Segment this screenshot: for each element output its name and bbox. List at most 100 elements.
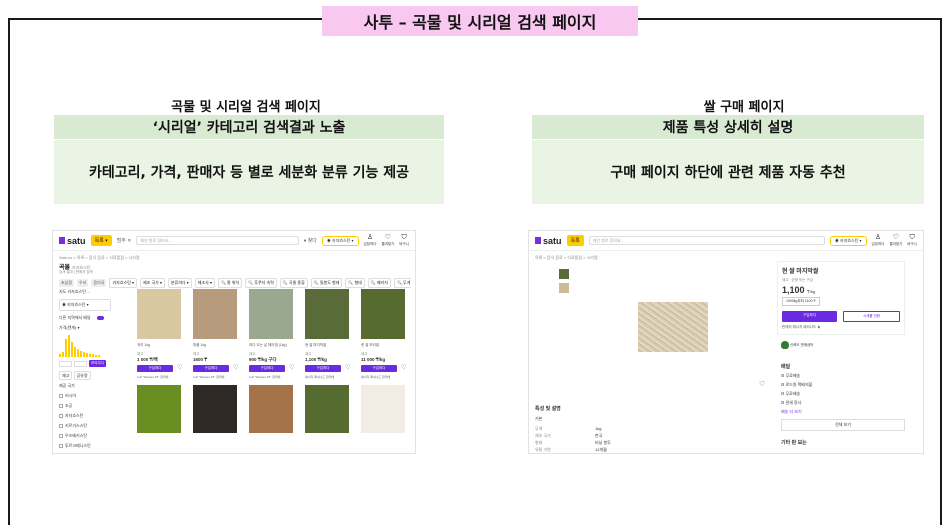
filter-pill[interactable]: 🔍 곡물 종류 — [279, 278, 308, 288]
satu-logo[interactable]: satu — [535, 236, 562, 246]
category-filter[interactable]: 범주 ✕ — [117, 237, 132, 244]
login-button[interactable]: ♙ 입장하다 — [364, 234, 377, 247]
seller-name[interactable]: LLP "Danten-15" 찰뤼에 — [137, 375, 190, 379]
add-to-cart-button[interactable]: 시세를 전환 — [843, 311, 900, 322]
heart-icon[interactable]: ♡ — [177, 365, 182, 371]
stock-button[interactable]: 재고 — [59, 371, 73, 380]
filter-pill[interactable]: 🔍 팔 위치 — [217, 278, 243, 288]
product-card[interactable]: 퍼플 1kg 재고 1600 ₸ 구입하다 ♡ LLP "Danten-15" 찰… — [193, 289, 246, 379]
product-card[interactable] — [361, 385, 414, 433]
quantity-option[interactable]: 1000kg부터 1100 ₸ — [782, 297, 820, 306]
breadcrumb[interactable]: 목록 > 음식 음료 > 식료품점 > 시리얼 — [535, 255, 598, 261]
seller-name[interactable]: LLP "Danten-15" 찰뤼에 — [249, 375, 302, 379]
favorites-button[interactable]: ♡ 즐겨찾기 — [381, 234, 394, 247]
country-option[interactable]: 투르크메니스탄 — [59, 443, 111, 449]
catalog-button[interactable]: 목록 ▾ — [90, 235, 112, 246]
product-image[interactable] — [193, 289, 237, 339]
delivery-more-link[interactable]: 배송 더 보기 — [781, 409, 905, 415]
search-button[interactable]: ♦ 찾다 — [304, 237, 317, 244]
product-card[interactable] — [249, 385, 302, 433]
product-card[interactable]: 현 쌀 마지막쌀 재고 1,100 ₸/kg 구입하다 ♡ 에너지 페셔나드 찰뤼… — [305, 289, 358, 379]
product-image[interactable] — [137, 289, 181, 339]
buy-button[interactable]: 구입하다 — [361, 365, 397, 372]
product-name[interactable]: 귀리 1kg — [137, 343, 190, 348]
filter-pill[interactable]: 🔍 패키지 — [367, 278, 391, 288]
checkbox[interactable] — [59, 413, 63, 418]
country-option[interactable]: 키르기스스탄 — [59, 423, 111, 429]
product-card[interactable] — [193, 385, 246, 433]
country-option[interactable]: 카자흐스탄 — [59, 413, 111, 419]
filter-chip[interactable]: 초심정 — [59, 279, 75, 287]
filter-pill[interactable]: 🔍 무게 — [393, 278, 411, 288]
product-card[interactable]: 하다 오는 날 헤어겜 (1kg) 재고 900 ₸/kg 구다 구입하다 ♡ L… — [249, 289, 302, 379]
search-input[interactable]: 제안 항로 정비요... — [136, 236, 299, 245]
breadcrumb[interactable]: Satu.kz > 목록 > 음식 음료 > 식료품점 > 시리얼 — [59, 255, 140, 261]
catalog-button[interactable]: 목록 — [566, 235, 584, 246]
delivery-option[interactable]: ⊟ 로드원 택배지불 — [781, 382, 905, 388]
checkbox[interactable] — [59, 443, 63, 448]
delivery-option[interactable]: ⊟ 무료배송 — [781, 391, 905, 397]
region-select[interactable]: ◉ 카자흐스탄 ▾ — [59, 299, 111, 311]
location-select[interactable]: ◉ 카자흐스탄 ▾ — [321, 235, 359, 246]
price-apply-button[interactable]: 보여주다 — [89, 360, 106, 367]
filter-pill[interactable]: 분류하다 ▾ — [167, 278, 192, 288]
seller-name[interactable]: 에너지 페셔나드 찰뤼에 — [361, 375, 414, 379]
cart-button[interactable]: ⛉ 바구니 — [399, 234, 409, 247]
buy-button[interactable]: 구입하다 — [249, 365, 285, 372]
product-image[interactable] — [137, 385, 181, 433]
heart-icon[interactable]: ♡ — [289, 365, 294, 371]
cart-button[interactable]: ⛉ 바구니 — [907, 234, 917, 247]
gallery-thumbnail[interactable] — [559, 269, 569, 279]
seller-name[interactable]: LLP "Danten-15" 찰뤼에 — [193, 375, 246, 379]
filter-pill[interactable]: 🔍 형태 — [345, 278, 365, 288]
filter-pill[interactable]: 🔍 밀봉도 형태 — [310, 278, 343, 288]
favorites-button[interactable]: ♡ 즐겨찾기 — [889, 234, 902, 247]
product-name[interactable]: 현 쌀 마지막쌀 — [305, 343, 358, 348]
delivery-toggle[interactable]: 다른 지역에서 배달 — [59, 315, 111, 321]
country-option[interactable]: 조공 — [59, 403, 111, 409]
product-card[interactable]: 귀리 1kg 재고 1 000 ₸/백 구입하다 ♡ LLP "Danten-15… — [137, 289, 190, 379]
satu-logo[interactable]: satu — [59, 236, 86, 246]
seller-name[interactable]: 에너지 페셔나드 찰뤼에 — [305, 375, 358, 379]
delivery-option[interactable]: ⊟ 관세 정사 — [781, 400, 905, 406]
filter-chip[interactable]: 음미국 — [91, 279, 107, 287]
filter-pill[interactable]: 카자흐스탄 ▾ — [109, 278, 137, 288]
view-all-button[interactable]: 전체 보기 — [781, 419, 905, 431]
filter-chip[interactable]: 우리 — [77, 279, 89, 287]
heart-icon[interactable]: ♡ — [759, 381, 765, 388]
product-image[interactable] — [305, 289, 349, 339]
product-name[interactable]: 퀸 쌀 보리쌀 — [361, 343, 414, 348]
buy-button[interactable]: 구입하다 — [137, 365, 173, 372]
product-name[interactable]: 하다 오는 날 헤어겜 (1kg) — [249, 343, 302, 348]
buy-button[interactable]: 구입하다 — [305, 365, 341, 372]
product-card[interactable] — [137, 385, 190, 433]
product-image[interactable] — [361, 289, 405, 339]
product-card[interactable] — [305, 385, 358, 433]
checkbox[interactable] — [59, 433, 63, 438]
checkbox[interactable] — [59, 423, 63, 428]
country-option[interactable]: 우즈베키스탄 — [59, 433, 111, 439]
product-card[interactable]: 퀸 쌀 보리쌀 재고 11 000 ₸/kg 구입하다 ♡ 에너지 페셔나드 찰뤼… — [361, 289, 414, 379]
product-image[interactable] — [305, 385, 349, 433]
filter-pill[interactable]: 제조 국가 ▾ — [140, 278, 165, 288]
toggle-switch[interactable] — [96, 315, 104, 320]
search-input[interactable]: 제안 항로 정비요... — [588, 236, 825, 245]
product-image[interactable] — [361, 385, 405, 433]
filter-pill[interactable]: 제조사 ▾ — [194, 278, 215, 288]
product-image[interactable] — [249, 385, 293, 433]
country-option[interactable]: 러시아 — [59, 393, 111, 399]
price-min-input[interactable] — [59, 360, 72, 367]
buy-button[interactable]: 구입하다 — [782, 311, 837, 322]
price-max-input[interactable] — [74, 360, 87, 367]
gallery-thumbnail[interactable] — [559, 283, 569, 293]
heart-icon[interactable]: ♡ — [401, 365, 406, 371]
filter-pill[interactable]: 🔍 후쿠자 속력 — [245, 278, 277, 288]
checkbox[interactable] — [59, 393, 63, 398]
product-image[interactable] — [193, 385, 237, 433]
product-image[interactable] — [249, 289, 293, 339]
login-button[interactable]: ♙ 입장하다 — [872, 234, 885, 247]
seller-line[interactable]: 판매자 에너지 페셔나드 ★ — [782, 325, 900, 330]
buy-button[interactable]: 구입하다 — [193, 365, 229, 372]
volume-button[interactable]: 공유량 — [73, 371, 91, 380]
heart-icon[interactable]: ♡ — [345, 365, 350, 371]
